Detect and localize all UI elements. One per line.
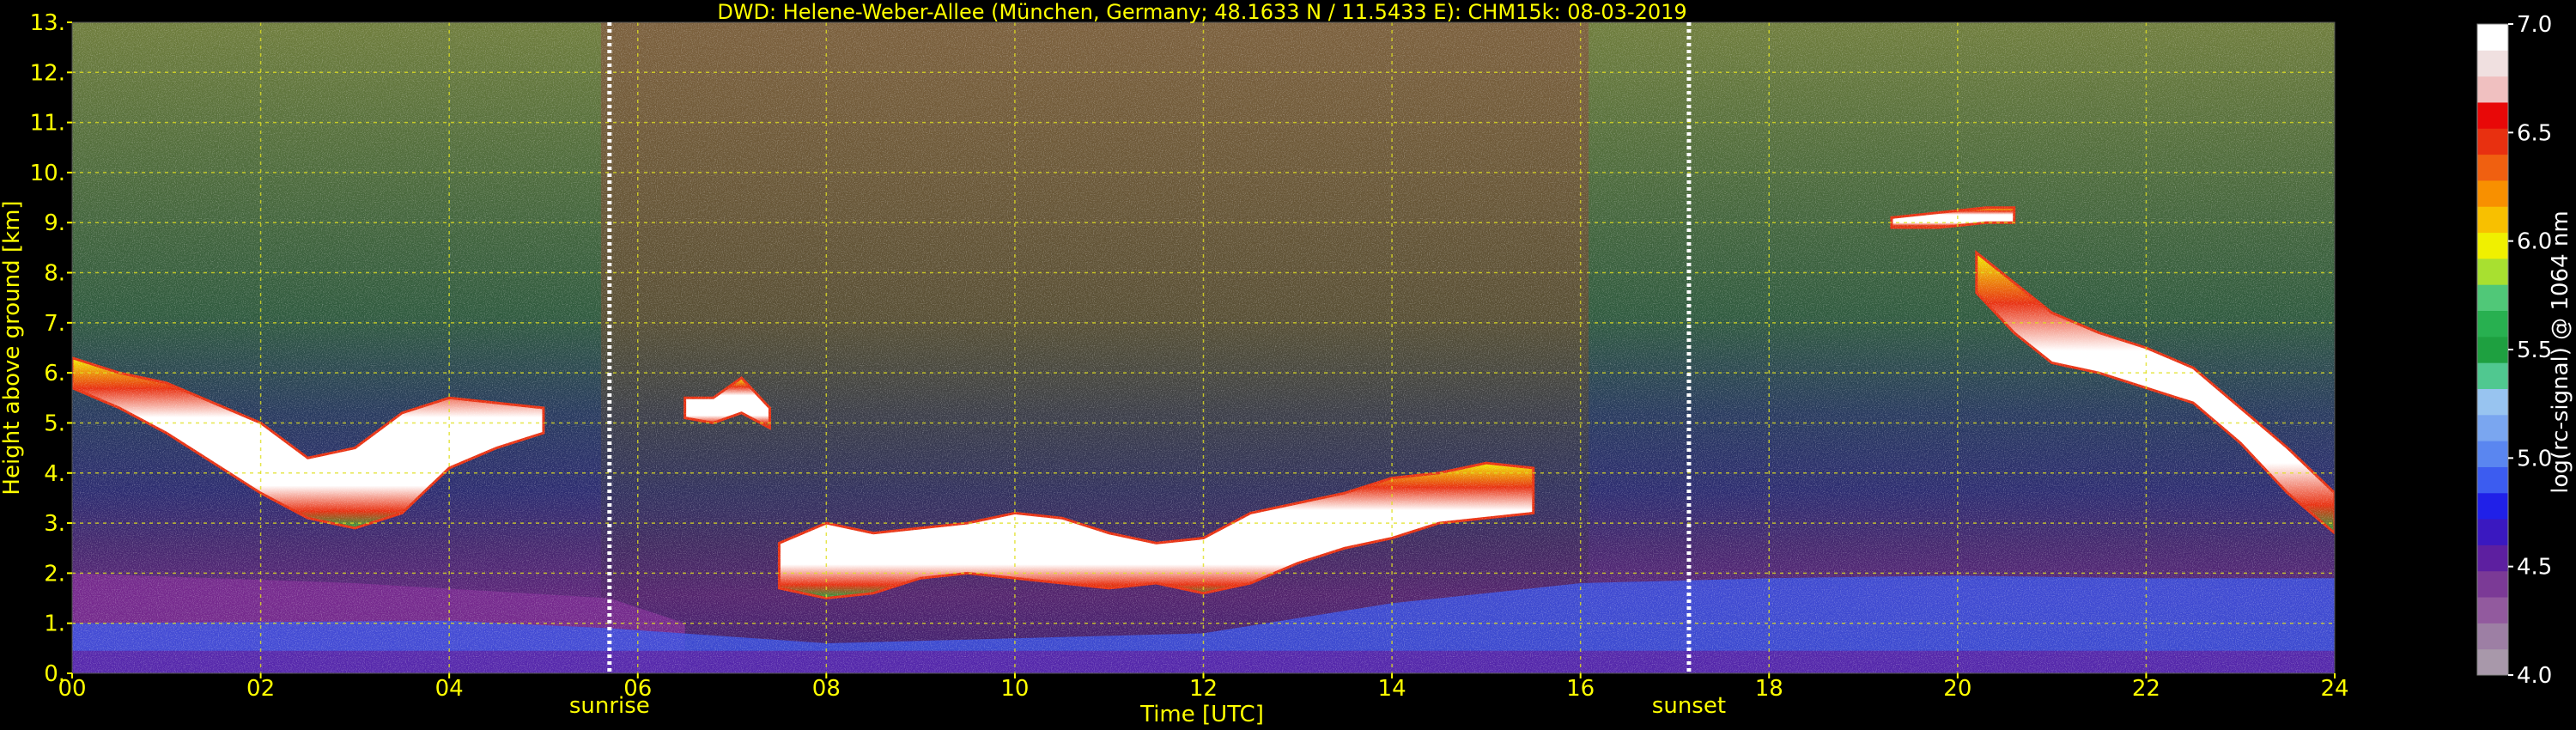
colorbar-segment — [2477, 232, 2508, 259]
y-tick-label: 8. — [44, 261, 65, 287]
colorbar-segment — [2477, 441, 2508, 467]
colorbar-segment — [2477, 648, 2508, 676]
colorbar-segment — [2477, 544, 2508, 572]
x-tick-label: 18 — [1755, 676, 1783, 702]
x-tick-label: 24 — [2320, 676, 2348, 702]
event-label-sunset: sunset — [1652, 693, 1726, 719]
colorbar-segment — [2477, 50, 2508, 77]
colorbar-label: log(rc-signal) @ 1064 nm — [2548, 210, 2573, 493]
colorbar-segment — [2477, 623, 2508, 650]
plot-area — [71, 21, 2336, 674]
x-tick-label: 22 — [2132, 676, 2160, 702]
colorbar-tick-label: 6.5 — [2517, 120, 2552, 146]
colorbar-segment — [2477, 388, 2508, 416]
lidar-backscatter-figure: DWD: Helene-Weber-Allee (München, German… — [0, 0, 2573, 727]
y-tick-label: 11. — [30, 111, 65, 137]
y-tick-label: 7. — [44, 311, 65, 337]
y-tick-label: 5. — [44, 411, 65, 436]
x-tick-label: 08 — [812, 676, 841, 702]
x-tick-label: 02 — [246, 676, 275, 702]
y-tick-label: 13. — [30, 10, 65, 36]
y-tick-label: 10. — [30, 161, 65, 186]
colorbar-segment — [2477, 336, 2508, 363]
y-tick-label: 2. — [44, 561, 65, 587]
y-tick-label: 1. — [44, 611, 65, 637]
x-tick-label: 00 — [58, 676, 86, 702]
x-tick-label: 10 — [1000, 676, 1029, 702]
event-label-sunrise: sunrise — [569, 693, 650, 719]
colorbar-segment — [2477, 284, 2508, 312]
x-tick-label: 04 — [435, 676, 464, 702]
colorbar-segment — [2477, 179, 2508, 207]
colorbar-segment — [2477, 310, 2508, 338]
colorbar-segment — [2477, 597, 2508, 624]
colorbar-tick-label: 4.5 — [2517, 555, 2552, 581]
x-tick-label: 16 — [1566, 676, 1595, 702]
y-tick-label: 3. — [44, 511, 65, 537]
colorbar-segment — [2477, 154, 2508, 181]
colorbar-segment — [2477, 414, 2508, 441]
colorbar-segment — [2477, 128, 2508, 155]
colorbar: 4.04.55.05.56.06.57.0 — [2476, 12, 2552, 689]
x-axis-label: Time [UTC] — [1139, 702, 1264, 727]
x-tick-label: 12 — [1189, 676, 1218, 702]
colorbar-segment — [2477, 362, 2508, 389]
colorbar-segment — [2477, 76, 2508, 103]
x-tick-label: 14 — [1378, 676, 1406, 702]
y-tick-label: 4. — [44, 461, 65, 487]
colorbar-segment — [2477, 492, 2508, 520]
colorbar-segment — [2477, 258, 2508, 285]
y-axis-label: Height above ground [km] — [0, 200, 25, 495]
y-tick-label: 12. — [30, 60, 65, 86]
colorbar-segment — [2477, 24, 2508, 51]
colorbar-segment — [2477, 570, 2508, 598]
y-axis-ticks: 0.1.2.3.4.5.6.7.8.9.10.11.12.13. — [30, 10, 72, 687]
colorbar-segment — [2477, 519, 2508, 545]
colorbar-tick-label: 7.0 — [2517, 12, 2552, 38]
y-tick-label: 9. — [44, 210, 65, 236]
colorbar-tick-label: 4.0 — [2517, 663, 2552, 689]
x-tick-label: 20 — [1943, 676, 1971, 702]
chart-title: DWD: Helene-Weber-Allee (München, German… — [717, 0, 1686, 24]
colorbar-segment — [2477, 466, 2508, 494]
colorbar-segment — [2477, 206, 2508, 234]
x-axis-ticks: 00 02 04 06 08 10 12 14 16 18 20 22 24 — [58, 673, 2349, 702]
colorbar-segment — [2477, 101, 2508, 129]
y-tick-label: 6. — [44, 361, 65, 386]
